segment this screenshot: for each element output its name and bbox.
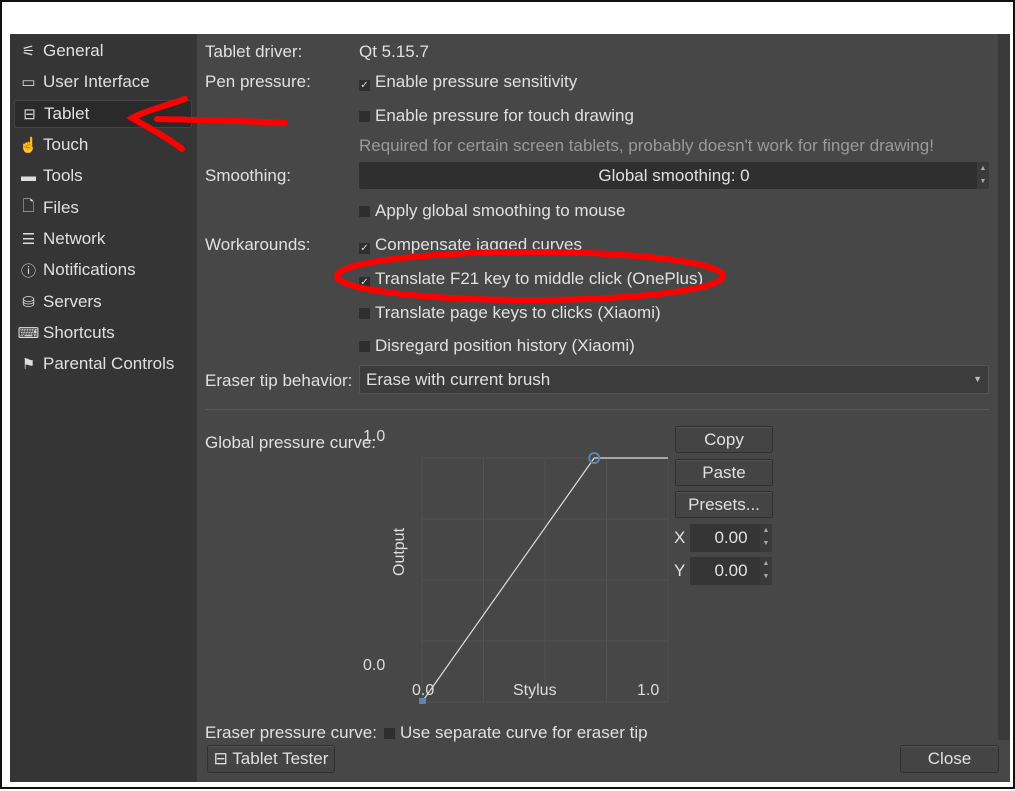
red-circle-annotation	[334, 249, 726, 303]
red-annotations	[126, 96, 726, 303]
red-arrow-annotation	[126, 96, 288, 152]
